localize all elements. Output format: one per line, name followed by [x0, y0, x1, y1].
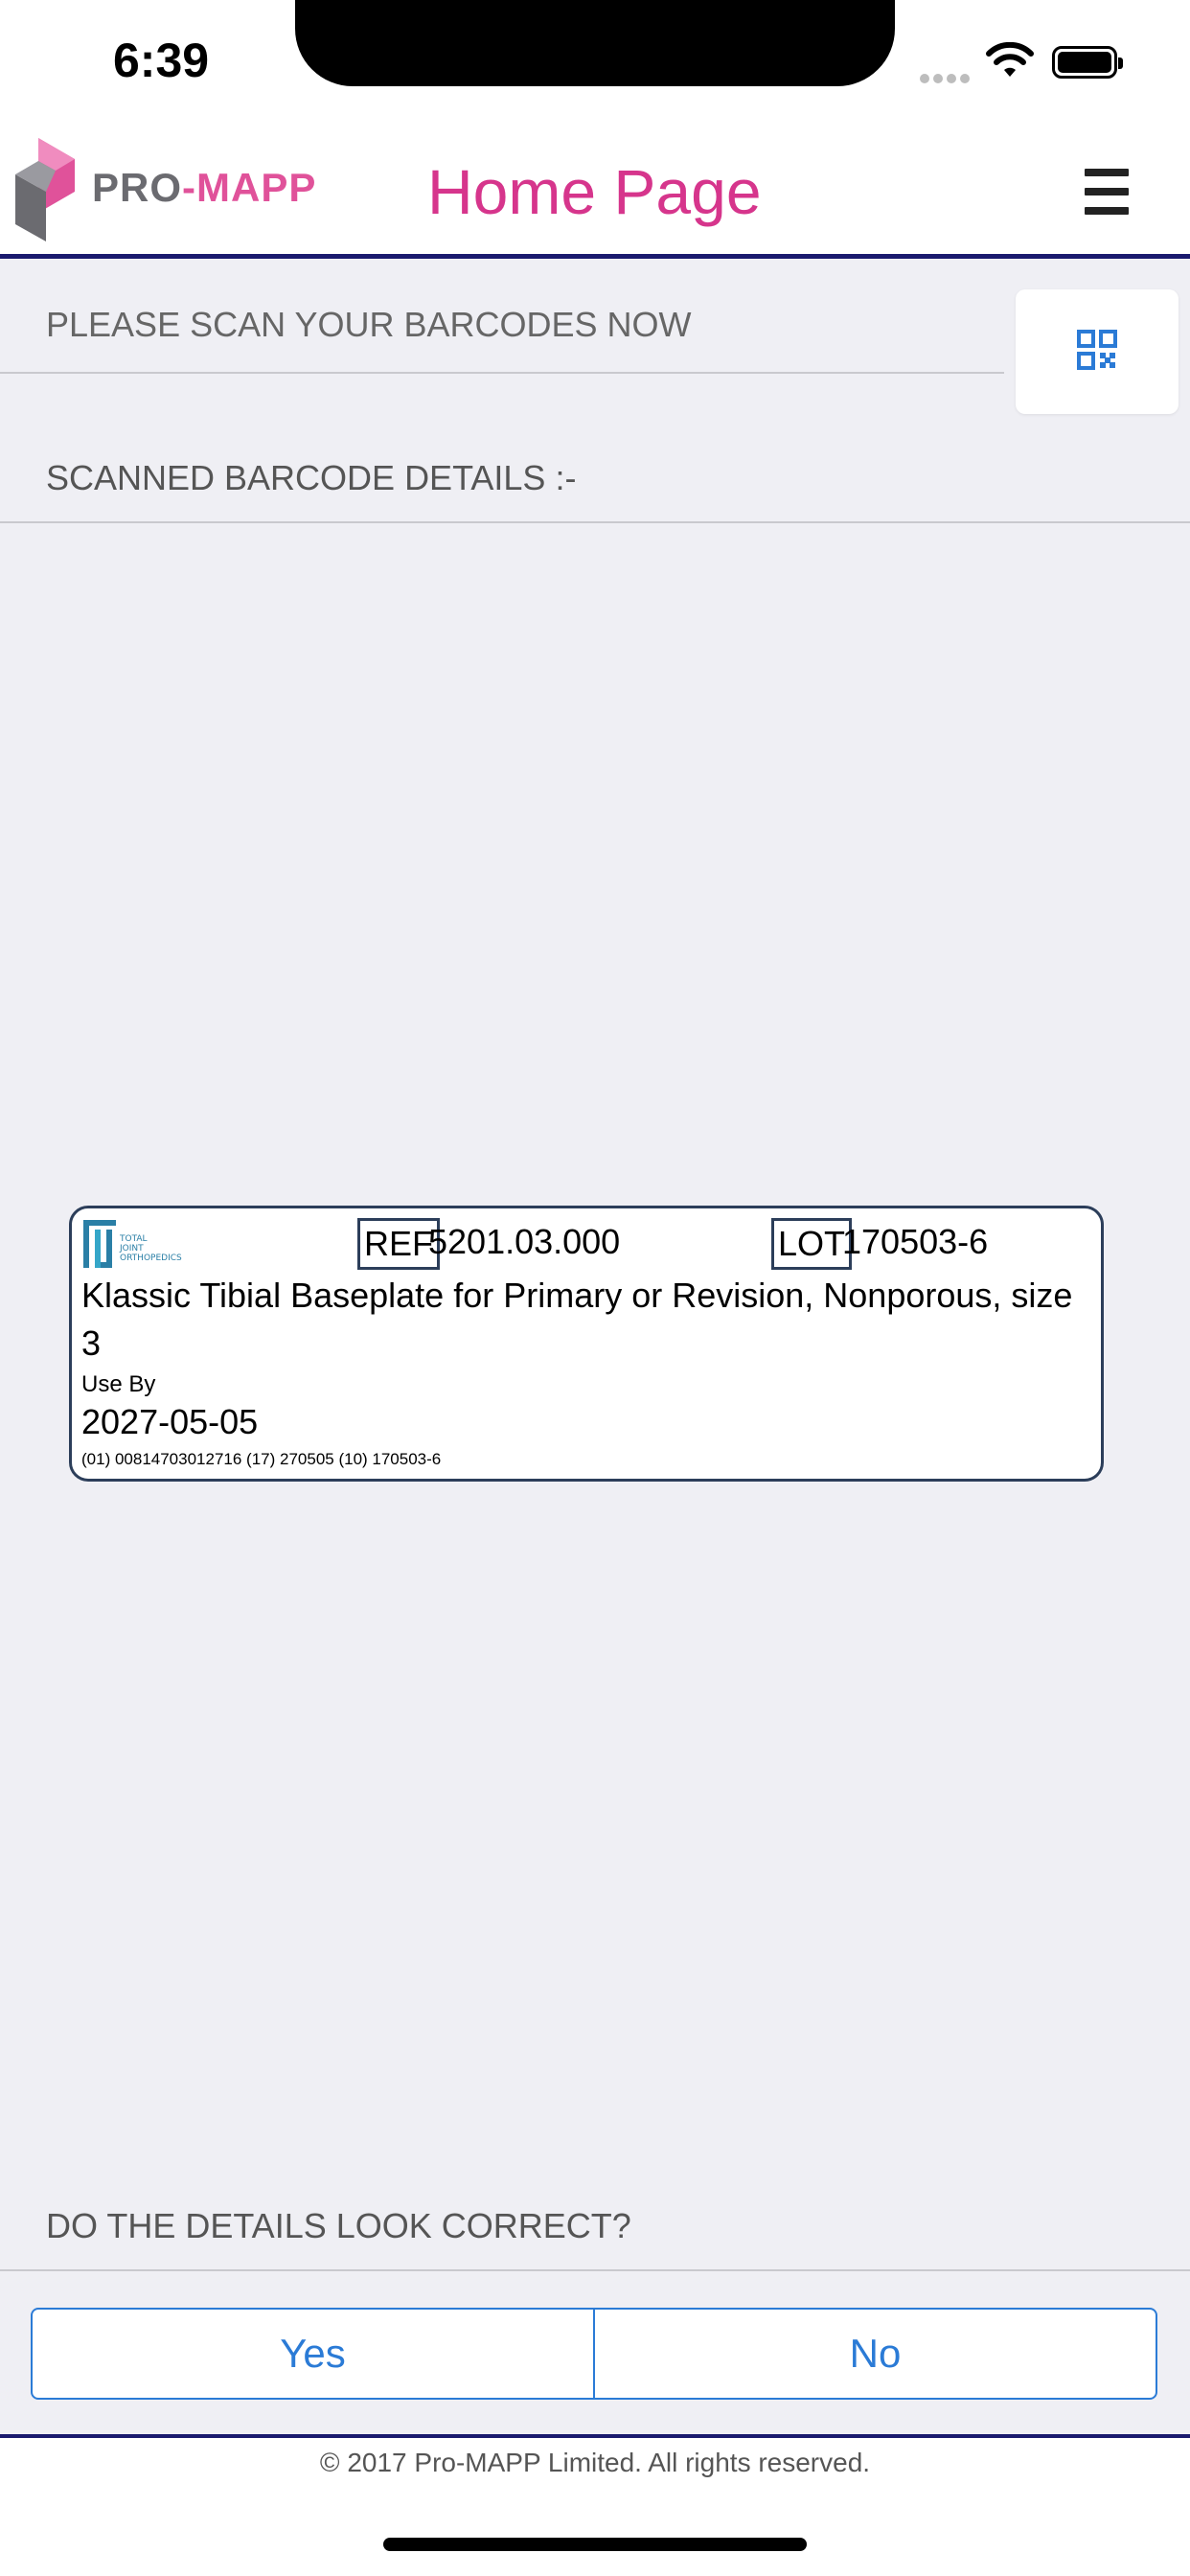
- device-notch: [295, 0, 895, 86]
- svg-text:TOTAL: TOTAL: [119, 1234, 148, 1244]
- menu-button[interactable]: [1085, 169, 1133, 215]
- brand-wordmark: PRO-MAPP: [92, 165, 317, 210]
- use-by-label: Use By: [81, 1371, 156, 1397]
- scan-row: [0, 259, 1190, 414]
- svg-text:ORTHOPEDICS: ORTHOPEDICS: [120, 1254, 182, 1263]
- menu-icon: [1085, 169, 1129, 176]
- confirm-button-group: Yes No: [31, 2308, 1157, 2400]
- qr-code-icon: [1077, 330, 1117, 370]
- tj-logo-icon: TOTAL JOINT ORTHOPEDICS: [83, 1220, 182, 1268]
- product-description: Klassic Tibial Baseplate for Primary or …: [81, 1276, 1073, 1363]
- gs1-barcode-string: (01) 00814703012716 (17) 270505 (10) 170…: [81, 1450, 442, 1468]
- battery-icon: [1052, 46, 1123, 79]
- status-time: 6:39: [113, 34, 210, 87]
- promapp-logo-icon: [15, 138, 75, 242]
- wifi-icon: [986, 42, 1034, 77]
- lot-tag: LOT: [771, 1218, 853, 1270]
- home-indicator[interactable]: [383, 2538, 807, 2551]
- svg-text:JOINT: JOINT: [119, 1244, 144, 1254]
- scanned-details-heading: SCANNED BARCODE DETAILS :-: [46, 458, 577, 497]
- barcode-scan-input[interactable]: [0, 278, 1004, 374]
- status-bar: 6:39: [0, 0, 1190, 105]
- yes-button[interactable]: Yes: [33, 2310, 595, 2398]
- cellular-signal-icon: [920, 71, 973, 88]
- lot-value: 170503-6: [842, 1222, 989, 1261]
- page-title: Home Page: [427, 156, 762, 227]
- confirm-question: DO THE DETAILS LOOK CORRECT?: [46, 2206, 631, 2245]
- app-footer: © 2017 Pro-MAPP Limited. All rights rese…: [0, 2434, 1190, 2576]
- confirm-divider: [0, 2269, 1190, 2271]
- app-header: PRO-MAPP Home Page: [0, 105, 1190, 259]
- no-button[interactable]: No: [595, 2310, 1156, 2398]
- details-divider: [0, 521, 1190, 523]
- scanned-label-card: TOTAL JOINT ORTHOPEDICS REF 5201.03.000 …: [69, 1206, 1104, 1482]
- ref-value: 5201.03.000: [428, 1222, 621, 1261]
- copyright-text: © 2017 Pro-MAPP Limited. All rights rese…: [319, 2448, 871, 2477]
- qr-scan-button[interactable]: [1016, 289, 1179, 414]
- use-by-date: 2027-05-05: [81, 1402, 259, 1441]
